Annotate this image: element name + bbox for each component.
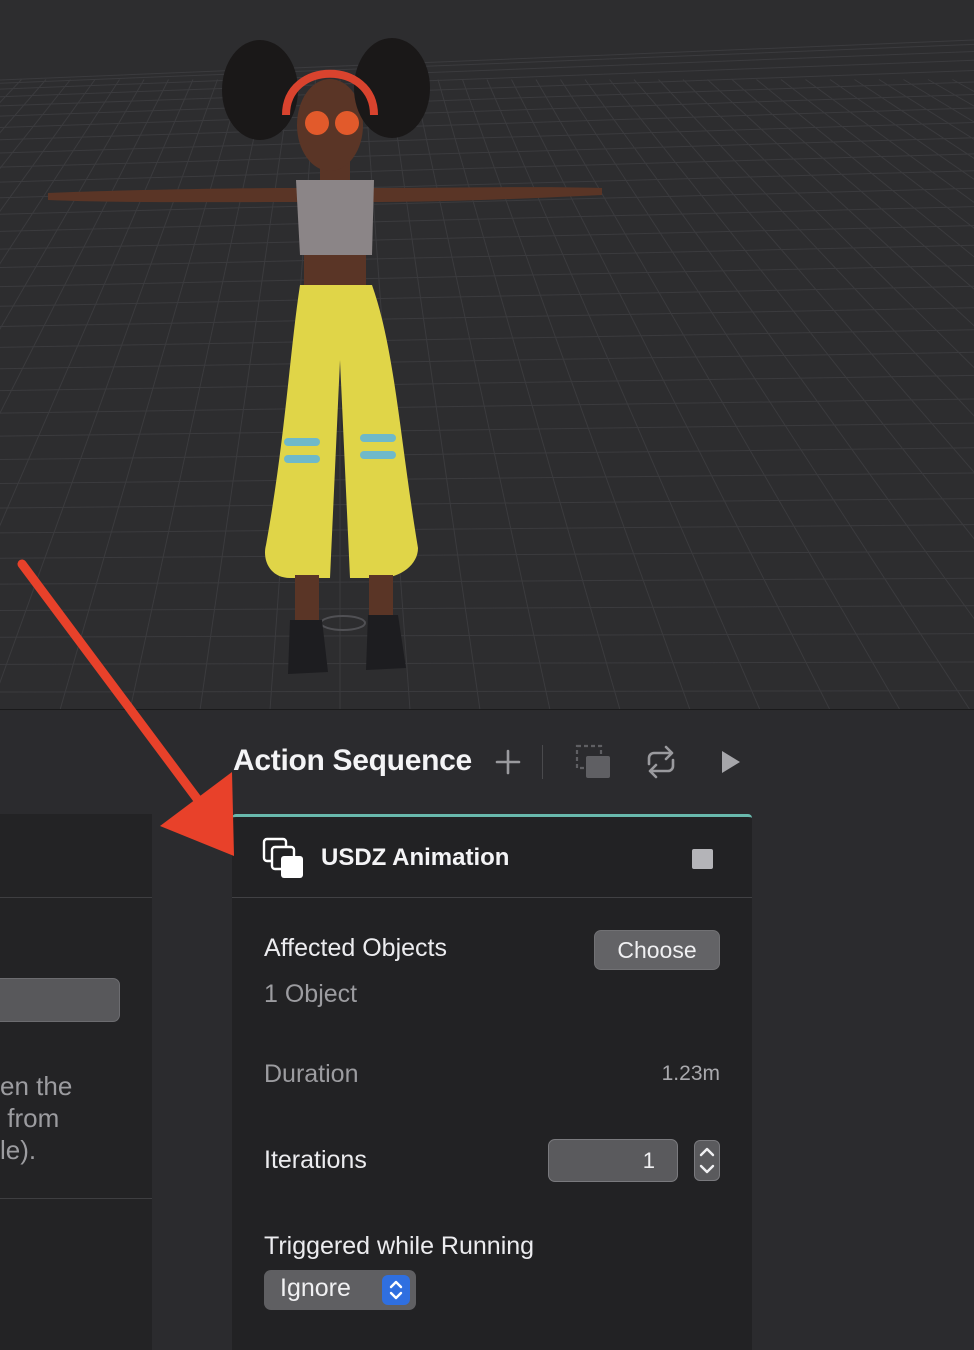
iterations-stepper[interactable] xyxy=(694,1140,720,1181)
grid-line xyxy=(0,661,974,665)
object-count: 1 Object xyxy=(264,980,358,1008)
character-right-shoe xyxy=(366,615,406,670)
grid-line xyxy=(878,79,974,140)
character-hair-left xyxy=(222,40,298,140)
popup-selected-value: Ignore xyxy=(280,1274,351,1302)
grid-line xyxy=(0,79,96,212)
triggered-while-running-label: Triggered while Running xyxy=(264,1232,535,1260)
grid-line xyxy=(0,605,974,611)
grid-line xyxy=(0,153,974,183)
stepper-arrows-icon xyxy=(699,1147,715,1174)
left-card-text: en the from le). xyxy=(0,1071,73,1165)
grid-line xyxy=(486,79,761,709)
grid-line xyxy=(0,43,974,84)
character-glasses-right xyxy=(335,111,359,135)
duration-label: Duration xyxy=(264,1060,359,1088)
card-header-divider xyxy=(232,897,752,898)
character-right-arm xyxy=(372,187,602,202)
action-sequence-title: Action Sequence xyxy=(233,744,472,777)
grid-line xyxy=(59,79,243,709)
grid-line xyxy=(0,79,22,104)
grid-line xyxy=(805,79,974,204)
left-card-divider-bottom xyxy=(0,1198,152,1199)
grid-line xyxy=(0,422,974,437)
grid-line xyxy=(560,79,970,709)
loop-button[interactable] xyxy=(637,738,685,786)
grid-line xyxy=(462,79,691,709)
affected-objects-label: Affected Objects xyxy=(264,934,447,962)
grid-line xyxy=(0,79,145,330)
grid-line xyxy=(0,374,974,392)
pants-stripe xyxy=(284,455,320,463)
choose-button[interactable]: Choose xyxy=(594,930,720,970)
grid-line xyxy=(0,690,974,693)
scene-viewport[interactable] xyxy=(0,0,974,710)
character-left-shoe xyxy=(288,620,328,674)
grid-line xyxy=(0,59,974,98)
pants-stripe xyxy=(360,451,396,459)
grid-line xyxy=(0,329,974,348)
grid-line xyxy=(0,398,974,414)
character-crop-top xyxy=(296,180,374,255)
grid-line xyxy=(0,79,120,265)
origin-marker xyxy=(320,615,366,631)
triggered-while-running-popup[interactable]: Ignore xyxy=(264,1270,416,1310)
duration-value: 1.23m xyxy=(661,1062,720,1085)
grid-line xyxy=(0,351,974,370)
grid-line xyxy=(129,79,267,709)
grid-line xyxy=(658,79,974,417)
add-button[interactable] xyxy=(484,738,532,786)
grid-line xyxy=(584,79,974,620)
grid-line xyxy=(0,225,974,250)
pants-stripe xyxy=(284,438,320,446)
grid-line xyxy=(0,50,974,90)
grid-line xyxy=(609,79,974,540)
grid-line xyxy=(0,79,71,170)
grid-line xyxy=(0,447,974,461)
grid-line xyxy=(0,79,169,415)
grid-line xyxy=(0,577,974,585)
card-title: USDZ Animation xyxy=(321,844,510,871)
grid-line xyxy=(0,498,974,509)
pants-stripe xyxy=(360,434,396,442)
iterations-input[interactable]: 1 xyxy=(548,1139,678,1182)
loop-icon xyxy=(647,745,675,779)
grid-line xyxy=(0,524,974,534)
grid-line xyxy=(952,79,974,92)
grid-line xyxy=(388,79,481,709)
toolbar-separator xyxy=(542,745,543,779)
plus-icon xyxy=(495,749,521,775)
grid-line xyxy=(0,79,218,684)
grid-line xyxy=(0,472,974,485)
grid-line xyxy=(0,307,974,328)
scene-canvas[interactable] xyxy=(0,0,974,710)
popup-chevrons-icon xyxy=(382,1275,410,1305)
grid-line xyxy=(511,79,831,709)
grid-line xyxy=(0,79,194,527)
grid-line xyxy=(0,70,974,107)
character-glasses-left xyxy=(305,111,329,135)
character-right-leg xyxy=(369,575,393,620)
stop-button[interactable] xyxy=(692,849,713,869)
grid-line xyxy=(682,79,974,369)
play-button[interactable] xyxy=(706,738,754,786)
character-left-arm xyxy=(48,188,300,203)
left-card-divider xyxy=(0,897,152,898)
duplicate-icon xyxy=(575,744,610,778)
grid-line xyxy=(0,39,974,81)
grid-line xyxy=(437,79,621,709)
play-icon xyxy=(722,751,740,773)
left-text-field[interactable] xyxy=(0,978,120,1022)
duplicate-button[interactable] xyxy=(569,738,617,786)
grid-line xyxy=(413,79,551,709)
grid-line xyxy=(0,79,47,134)
grid-line xyxy=(903,79,974,123)
usdz-animation-icon xyxy=(262,837,303,878)
grid-line xyxy=(0,550,974,559)
iterations-label: Iterations xyxy=(264,1146,367,1174)
character-left-leg xyxy=(295,575,319,625)
